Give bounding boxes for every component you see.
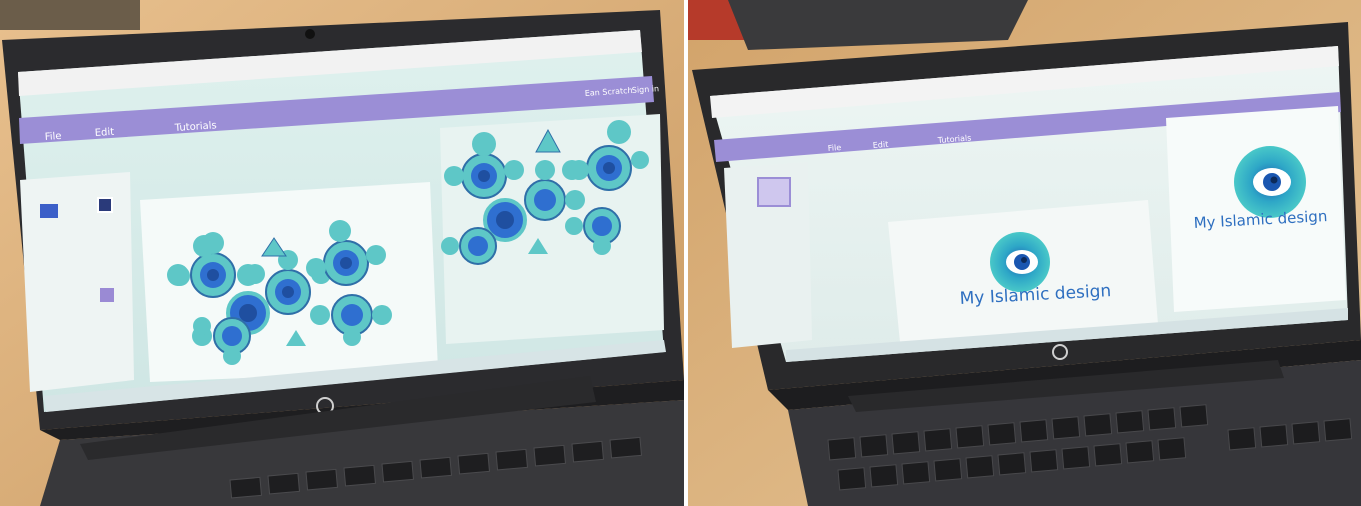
background-books bbox=[0, 0, 140, 30]
costume-thumbnail[interactable] bbox=[757, 177, 791, 207]
eye-logo-canvas bbox=[990, 232, 1050, 292]
webcam-icon bbox=[305, 29, 315, 39]
menu-edit[interactable]: Edit bbox=[872, 140, 888, 150]
tool-panel bbox=[20, 172, 134, 392]
tool-selected[interactable] bbox=[100, 288, 114, 302]
menu-file[interactable]: File bbox=[827, 143, 841, 153]
right-photo-scene: File Edit Tutorials My Islamic design My… bbox=[688, 0, 1361, 506]
photo-laptop-shapes: File Edit Tutorials Ean Scratch Sign in bbox=[0, 0, 684, 506]
left-photo-scene: File Edit Tutorials Ean Scratch Sign in bbox=[0, 0, 684, 506]
photo-collage: File Edit Tutorials Ean Scratch Sign in bbox=[0, 0, 1361, 506]
menu-edit[interactable]: Edit bbox=[94, 127, 114, 139]
signin-link[interactable]: Sign in bbox=[632, 84, 660, 95]
menu-file[interactable]: File bbox=[44, 131, 61, 143]
photo-laptop-logo: File Edit Tutorials My Islamic design My… bbox=[688, 0, 1361, 506]
eye-logo-stage bbox=[1234, 146, 1306, 218]
color-swatch[interactable] bbox=[97, 197, 113, 213]
fill-swatch[interactable] bbox=[40, 204, 58, 218]
